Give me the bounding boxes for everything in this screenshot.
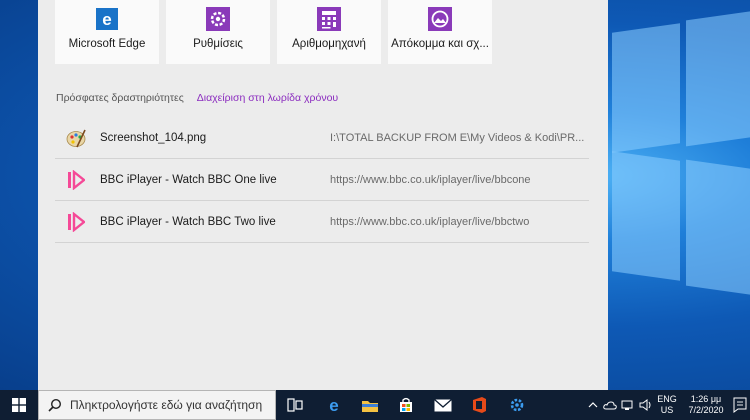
item-name: BBC iPlayer - Watch BBC Two live: [100, 215, 276, 228]
snip-sketch-icon: [427, 6, 453, 32]
taskbar-search-box[interactable]: [38, 390, 276, 420]
pinned-apps: e Microsoft Edge Ρυθμίσεις Αριθμομηχανή …: [55, 0, 492, 64]
item-path: I:\TOTAL BACKUP FROM E\My Videos & Kodi\…: [330, 131, 585, 144]
start-search-panel: e Microsoft Edge Ρυθμίσεις Αριθμομηχανή …: [38, 0, 608, 390]
recent-activities-list: Screenshot_104.png I:\TOTAL BACKUP FROM …: [55, 117, 589, 243]
item-path: https://www.bbc.co.uk/iplayer/live/bbctw…: [330, 215, 530, 228]
tile-snip-sketch[interactable]: Απόκομμα και σχ...: [388, 0, 492, 64]
edge-icon: e: [94, 6, 120, 32]
clock-date: 7/2/2020: [688, 405, 724, 415]
taskbar: e ENG US 1:26 μμ 7/2/2020: [0, 390, 750, 420]
iplayer-icon: [65, 211, 87, 233]
windows-start-icon: [12, 398, 26, 412]
item-name: Screenshot_104.png: [100, 131, 207, 144]
list-item[interactable]: Screenshot_104.png I:\TOTAL BACKUP FROM …: [55, 117, 589, 159]
svg-text:e: e: [329, 397, 338, 413]
clock-time: 1:26 μμ: [690, 394, 722, 404]
tile-calculator[interactable]: Αριθμομηχανή: [277, 0, 381, 64]
recent-activities-header: Πρόσφατες δραστηριότητες Διαχείριση στη …: [56, 92, 338, 104]
office-icon[interactable]: [470, 396, 488, 414]
tile-microsoft-edge[interactable]: e Microsoft Edge: [55, 0, 159, 64]
search-icon: [48, 398, 62, 412]
microsoft-store-icon[interactable]: [397, 396, 415, 414]
tray-chevron-up-icon[interactable]: [588, 390, 598, 420]
list-item[interactable]: BBC iPlayer - Watch BBC Two live https:/…: [55, 201, 589, 243]
volume-icon[interactable]: [639, 390, 653, 420]
recent-activities-title: Πρόσφατες δραστηριότητες: [56, 92, 184, 104]
item-name: BBC iPlayer - Watch BBC One live: [100, 173, 277, 186]
task-view-icon[interactable]: [286, 396, 304, 414]
taskbar-clock[interactable]: 1:26 μμ 7/2/2020: [683, 394, 729, 416]
iplayer-icon: [65, 169, 87, 191]
list-item[interactable]: BBC iPlayer - Watch BBC One live https:/…: [55, 159, 589, 201]
svg-text:e: e: [102, 10, 111, 29]
mail-icon[interactable]: [434, 396, 452, 414]
language-code: ENG: [657, 394, 677, 404]
input-language-indicator[interactable]: ENG US: [655, 394, 679, 416]
search-input[interactable]: [70, 398, 270, 412]
paint-palette-icon: [65, 127, 87, 149]
edge-taskbar-icon[interactable]: e: [325, 396, 343, 414]
windows-logo-wallpaper: [612, 7, 750, 308]
file-explorer-icon[interactable]: [361, 396, 379, 414]
tile-label: Αριθμομηχανή: [292, 38, 366, 50]
tile-label: Ρυθμίσεις: [193, 38, 243, 50]
language-region: US: [660, 405, 674, 415]
action-center-icon[interactable]: [733, 397, 747, 413]
tile-settings[interactable]: Ρυθμίσεις: [166, 0, 270, 64]
item-path: https://www.bbc.co.uk/iplayer/live/bbcon…: [330, 173, 531, 186]
settings-gear-icon: [205, 6, 231, 32]
network-icon[interactable]: [621, 390, 635, 420]
tile-label: Απόκομμα και σχ...: [391, 38, 489, 50]
start-button[interactable]: [0, 390, 38, 420]
app-gear-taskbar-icon[interactable]: [508, 396, 526, 414]
tile-label: Microsoft Edge: [68, 38, 146, 50]
manage-timeline-link[interactable]: Διαχείριση στη λωρίδα χρόνου: [197, 92, 338, 104]
calculator-icon: [316, 6, 342, 32]
onedrive-cloud-icon[interactable]: [603, 390, 617, 420]
